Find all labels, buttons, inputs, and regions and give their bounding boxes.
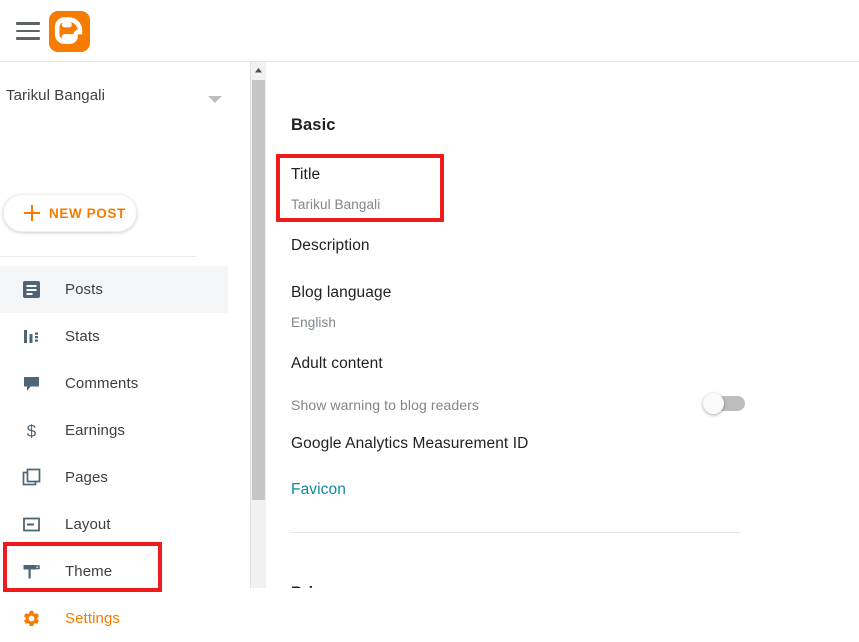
sidebar-item-label: Posts xyxy=(65,281,104,298)
settings-content: Basic Title Tarikul Bangali Description … xyxy=(266,62,859,588)
section-title-basic: Basic xyxy=(291,116,336,134)
show-warning-toggle[interactable] xyxy=(703,393,747,415)
pages-icon xyxy=(19,466,43,490)
sidebar-item-posts[interactable]: Posts xyxy=(0,266,228,313)
sidebar-divider xyxy=(0,256,196,257)
svg-text:$: $ xyxy=(26,422,36,441)
hamburger-menu-icon[interactable] xyxy=(12,18,44,44)
comments-icon xyxy=(19,372,43,396)
sidebar-item-label: Layout xyxy=(65,516,111,533)
favicon-link[interactable]: Favicon xyxy=(291,481,346,499)
blogger-settings-page: Tarikul Bangali NEW POST Posts Stats Com… xyxy=(0,0,859,627)
scrollbar-thumb[interactable] xyxy=(252,80,265,500)
sidebar-item-comments[interactable]: Comments xyxy=(0,360,228,407)
show-warning-label: Show warning to blog readers xyxy=(291,397,480,413)
next-section-clip: Privacy xyxy=(266,584,859,588)
new-post-label: NEW POST xyxy=(49,205,126,221)
posts-icon xyxy=(19,278,43,302)
sidebar-item-label: Pages xyxy=(65,469,109,486)
title-field-label[interactable]: Title xyxy=(291,166,320,184)
earnings-icon: $ xyxy=(19,419,43,443)
stats-icon xyxy=(19,325,43,349)
title-field-value[interactable]: Tarikul Bangali xyxy=(291,197,380,212)
sidebar-item-stats[interactable]: Stats xyxy=(0,313,228,360)
sidebar-item-label: Theme xyxy=(65,563,113,580)
sidebar-item-layout[interactable]: Layout xyxy=(0,501,228,548)
vertical-scrollbar[interactable] xyxy=(250,62,266,588)
blog-selector[interactable]: Tarikul Bangali xyxy=(0,80,248,120)
layout-icon xyxy=(19,513,43,537)
chevron-up-icon[interactable] xyxy=(251,62,266,79)
toggle-knob xyxy=(703,393,724,414)
sidebar-item-pages[interactable]: Pages xyxy=(0,454,228,501)
new-post-button[interactable]: NEW POST xyxy=(3,194,137,232)
sidebar-item-label: Settings xyxy=(65,610,120,627)
hamburger-line xyxy=(16,22,40,25)
adult-content-field-label[interactable]: Adult content xyxy=(291,355,383,373)
sidebar-item-label: Stats xyxy=(65,328,100,345)
blog-name-label: Tarikul Bangali xyxy=(6,87,106,104)
description-field-label[interactable]: Description xyxy=(291,237,370,255)
sidebar: Tarikul Bangali NEW POST Posts Stats Com… xyxy=(0,62,248,627)
plus-icon xyxy=(24,205,40,221)
hamburger-line xyxy=(16,29,40,32)
section-divider xyxy=(290,532,740,533)
blog-language-field-value[interactable]: English xyxy=(291,315,336,330)
sidebar-item-label: Comments xyxy=(65,375,139,392)
hamburger-line xyxy=(16,37,40,40)
analytics-id-field-label[interactable]: Google Analytics Measurement ID xyxy=(291,435,528,453)
gear-icon xyxy=(19,607,43,631)
blog-language-field-label[interactable]: Blog language xyxy=(291,284,391,302)
section-title-privacy: Privacy xyxy=(291,584,350,588)
chevron-down-icon[interactable] xyxy=(208,96,222,103)
sidebar-item-earnings[interactable]: $ Earnings xyxy=(0,407,228,454)
sidebar-nav: Posts Stats Comments $ Earnings Pages La… xyxy=(0,266,228,642)
sidebar-item-settings[interactable]: Settings xyxy=(0,595,228,642)
sidebar-item-label: Earnings xyxy=(65,422,126,439)
app-header xyxy=(0,0,859,62)
blogger-logo-icon[interactable] xyxy=(49,11,90,52)
theme-icon xyxy=(19,560,43,584)
